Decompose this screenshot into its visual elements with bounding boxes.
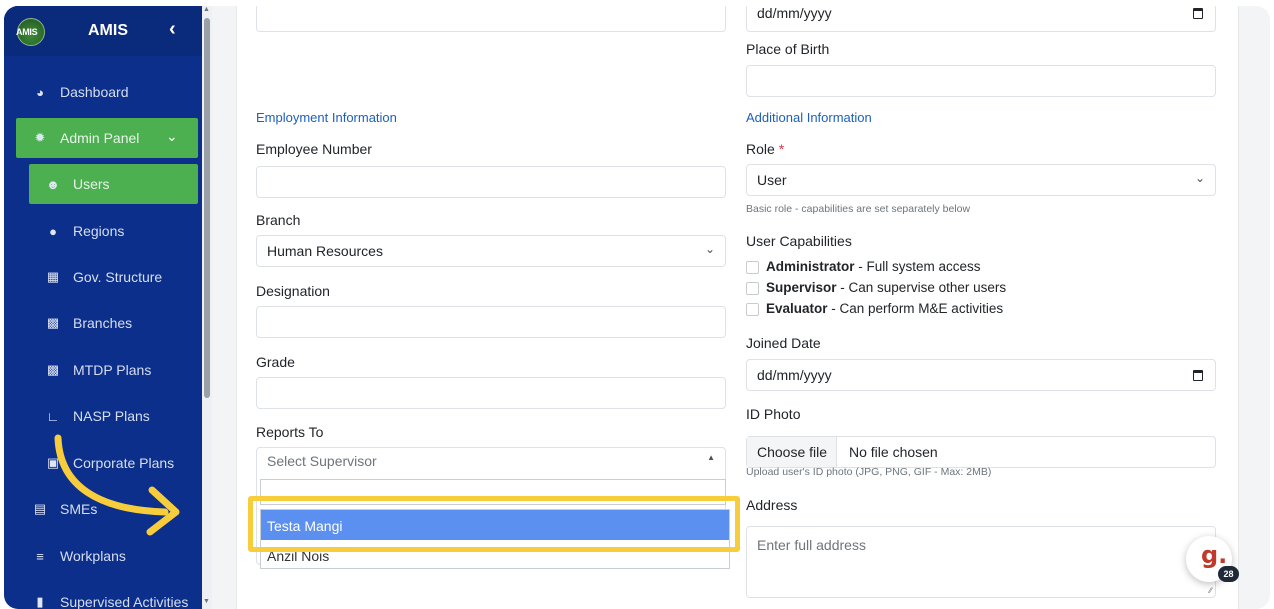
calendar-icon[interactable] [1193, 8, 1203, 19]
joined-date-label: Joined Date [746, 335, 821, 351]
brand-title: AMIS [88, 22, 128, 39]
supervisor-checkbox[interactable] [746, 282, 759, 295]
sidebar-scrollbar[interactable]: ▲ ▼ [202, 6, 212, 609]
sidebar-item-regions[interactable]: ● Regions [4, 211, 202, 251]
caret-up-icon: ▲ [707, 453, 715, 462]
reports-to-placeholder: Select Supervisor [267, 453, 377, 469]
designation-input[interactable] [256, 306, 726, 338]
calendar-icon[interactable] [1193, 370, 1203, 381]
role-help-text: Basic role - capabilities are set separa… [746, 203, 971, 215]
gear-icon: ✹ [34, 130, 46, 145]
date-of-birth-placeholder: dd/mm/yyyy [757, 6, 832, 21]
address-textarea[interactable]: Enter full address ∕∕ [746, 526, 1216, 598]
sidebar-item-workplans[interactable]: ≡ Workplans [4, 536, 202, 576]
reports-to-label: Reports To [256, 424, 324, 440]
page-scrollbar[interactable] [1266, 6, 1270, 609]
project-diagram-icon: ▩ [46, 362, 60, 377]
store-icon: ▤ [33, 501, 47, 516]
tutorial-highlight-box [248, 496, 740, 552]
designation-label: Designation [256, 283, 330, 299]
place-of-birth-label: Place of Birth [746, 41, 830, 57]
sitemap-icon: ▦ [46, 269, 60, 284]
grade-label: Grade [256, 354, 295, 370]
joined-date-input[interactable]: dd/mm/yyyy [746, 359, 1216, 391]
branch-value: Human Resources [267, 243, 383, 259]
evaluator-checkbox[interactable] [746, 303, 759, 316]
sidebar-item-users[interactable]: ☻ Users [29, 164, 198, 204]
guide-launcher-button[interactable]: g. 28 [1186, 536, 1239, 582]
sidebar-item-admin-panel[interactable]: ✹ Admin Panel ⌄ [16, 118, 198, 158]
sidebar-item-corporate-plans[interactable]: ▣ Corporate Plans [4, 443, 202, 483]
employment-section-title: Employment Information [256, 110, 397, 125]
id-photo-file-input[interactable]: Choose file No file chosen [746, 436, 1216, 468]
date-of-birth-input[interactable]: dd/mm/yyyy [746, 6, 1216, 32]
sidebar-item-mtdp-plans[interactable]: ▩ MTDP Plans [4, 350, 202, 390]
address-label: Address [746, 497, 798, 513]
capabilities-label: User Capabilities [746, 233, 852, 249]
id-photo-label: ID Photo [746, 406, 801, 422]
chevron-left-icon[interactable]: ‹ [169, 18, 176, 41]
employee-number-label: Employee Number [256, 141, 372, 157]
clipboard-icon: ▮ [36, 594, 44, 609]
branch-select[interactable]: Human Resources ⌄ [256, 235, 726, 267]
amis-logo: AMIS [16, 18, 45, 46]
additional-section-title: Additional Information [746, 110, 872, 125]
branch-label: Branch [256, 212, 301, 228]
scroll-down-icon[interactable]: ▼ [203, 598, 210, 605]
role-label: Role * [746, 141, 785, 157]
app-window: AMIS AMIS ‹ ◕ Dashboard ✹ Admin Panel ⌄ … [4, 6, 1270, 609]
administrator-checkbox[interactable] [746, 261, 759, 274]
briefcase-icon: ▣ [46, 455, 60, 470]
required-asterisk: * [778, 141, 785, 157]
resize-grip-icon[interactable]: ∕∕ [1209, 586, 1212, 595]
top-left-field[interactable] [256, 6, 726, 32]
id-photo-help-text: Upload user's ID photo (JPG, PNG, GIF - … [746, 466, 992, 478]
notification-count-badge: 28 [1218, 566, 1239, 582]
chevron-down-icon: ⌄ [166, 128, 178, 144]
role-select[interactable]: User ⌄ [746, 164, 1216, 196]
users-icon: ☻ [46, 176, 60, 192]
sidebar-item-smes[interactable]: ▤ SMEs [4, 489, 202, 529]
list-icon: ≡ [36, 548, 44, 564]
chevron-down-icon: ⌄ [1194, 171, 1205, 185]
place-of-birth-input[interactable] [746, 65, 1216, 97]
choose-file-button[interactable]: Choose file [747, 437, 837, 467]
map-pin-icon: ● [49, 223, 57, 239]
sidebar: AMIS AMIS ‹ ◕ Dashboard ✹ Admin Panel ⌄ … [4, 6, 202, 609]
sidebar-item-dashboard[interactable]: ◕ Dashboard [4, 72, 202, 112]
brand-header: AMIS AMIS ‹ [4, 6, 202, 56]
grade-input[interactable] [256, 377, 726, 409]
scroll-up-icon[interactable]: ▲ [203, 6, 210, 13]
building-icon: ▩ [46, 315, 60, 330]
dashboard-icon: ◕ [36, 84, 44, 100]
sidebar-scroll-thumb[interactable] [204, 18, 210, 398]
sidebar-item-branches[interactable]: ▩ Branches [4, 303, 202, 343]
employee-number-input[interactable] [256, 166, 726, 198]
role-value: User [757, 172, 787, 188]
joined-date-placeholder: dd/mm/yyyy [757, 367, 832, 383]
chart-line-icon: ∟ [46, 408, 60, 424]
sidebar-item-gov-structure[interactable]: ▦ Gov. Structure [4, 257, 202, 297]
chevron-down-icon: ⌄ [704, 242, 715, 256]
sidebar-item-supervised-activities[interactable]: ▮ Supervised Activities [4, 582, 202, 609]
address-placeholder: Enter full address [757, 537, 866, 553]
sidebar-item-nasp-plans[interactable]: ∟ NASP Plans [4, 396, 202, 436]
file-status: No file chosen [849, 444, 938, 460]
guide-logo-icon: g. [1201, 541, 1228, 569]
